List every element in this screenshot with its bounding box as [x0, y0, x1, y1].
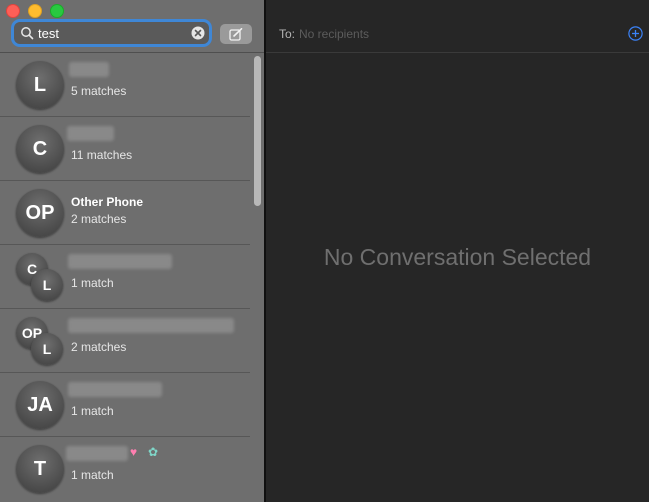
- add-recipient-icon[interactable]: [628, 26, 643, 41]
- contact-name-redacted: [68, 318, 234, 333]
- compose-button[interactable]: [220, 24, 252, 44]
- zoom-window-button[interactable]: [50, 4, 64, 18]
- clear-search-icon[interactable]: [191, 26, 205, 40]
- contact-name-redacted: [69, 62, 109, 77]
- to-label: To:: [279, 27, 296, 41]
- compose-icon: [229, 27, 243, 41]
- avatar: C: [16, 125, 64, 173]
- bow-emoji-icon: ✿: [148, 445, 159, 459]
- recipient-input[interactable]: [299, 26, 579, 42]
- match-count: 1 match: [71, 468, 114, 482]
- contact-name: Other Phone: [71, 195, 144, 209]
- conversation-row[interactable]: OP L 2 matches: [0, 309, 250, 373]
- empty-state-message: No Conversation Selected: [323, 244, 592, 270]
- conversation-list: L 5 matches C 11 matches OP Other Phone …: [0, 53, 250, 500]
- match-count: 1 match: [71, 404, 114, 418]
- avatar: L: [16, 61, 64, 109]
- minimize-window-button[interactable]: [28, 4, 42, 18]
- conversation-sidebar: L 5 matches C 11 matches OP Other Phone …: [0, 0, 264, 502]
- contact-name-redacted: [67, 126, 114, 141]
- contact-name-redacted: [68, 382, 162, 397]
- close-window-button[interactable]: [6, 4, 20, 18]
- match-count: 2 matches: [71, 340, 127, 354]
- search-field[interactable]: [14, 22, 209, 44]
- contact-name-redacted: [68, 254, 172, 269]
- match-count: 1 match: [71, 276, 114, 290]
- match-count: 11 matches: [71, 148, 133, 162]
- match-count: 5 matches: [71, 84, 127, 98]
- conversation-row[interactable]: L 5 matches: [0, 53, 250, 117]
- conversation-pane: To: No Conversation Selected: [266, 0, 649, 502]
- match-count: 2 matches: [71, 212, 127, 226]
- avatar-secondary: L: [31, 333, 63, 365]
- recipient-bar: To:: [266, 20, 649, 53]
- conversation-row[interactable]: T ♥ ✿ 1 match: [0, 437, 250, 500]
- avatar: T: [16, 445, 64, 493]
- search-input[interactable]: [38, 23, 178, 43]
- avatar: OP: [16, 189, 64, 237]
- avatar-secondary: L: [31, 269, 63, 301]
- conversation-row[interactable]: JA 1 match: [0, 373, 250, 437]
- heart-emoji-icon: ♥: [130, 445, 138, 459]
- conversation-row[interactable]: C L 1 match: [0, 245, 250, 309]
- window-controls: [6, 4, 64, 18]
- search-icon: [21, 27, 34, 40]
- list-scrollbar[interactable]: [254, 56, 261, 206]
- avatar: JA: [16, 381, 64, 429]
- conversation-row[interactable]: OP Other Phone 2 matches: [0, 181, 250, 245]
- contact-name-redacted: [66, 446, 128, 461]
- conversation-row[interactable]: C 11 matches: [0, 117, 250, 181]
